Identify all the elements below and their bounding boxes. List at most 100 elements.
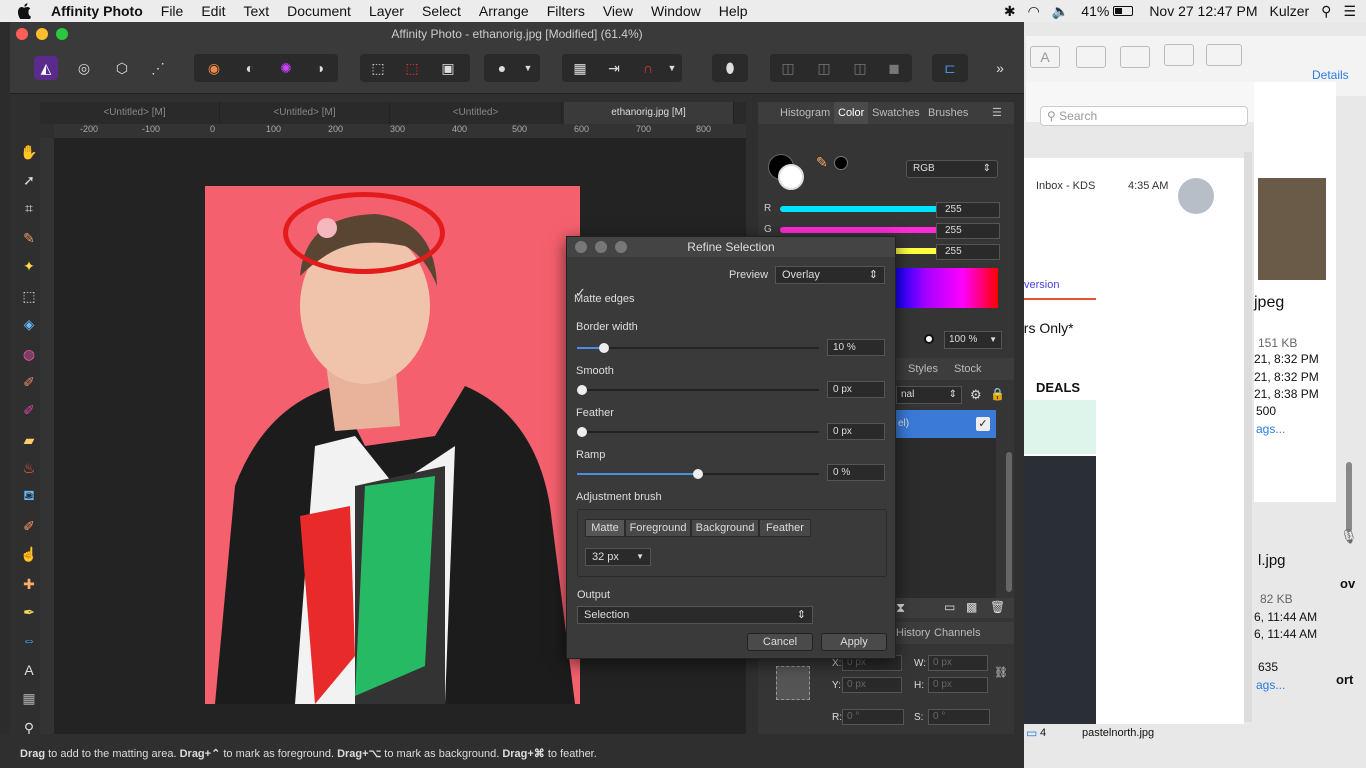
tab-channels[interactable]: Channels bbox=[934, 622, 980, 644]
menu-arrange[interactable]: Arrange bbox=[470, 3, 538, 19]
magic-wand-icon[interactable]: ✦ bbox=[19, 256, 39, 276]
channel-b-value[interactable]: 255 bbox=[936, 244, 1000, 260]
tab-swatches[interactable]: Swatches bbox=[872, 102, 920, 124]
tab-color[interactable]: Color bbox=[834, 102, 869, 124]
chevron-down-icon[interactable]: ▼ bbox=[516, 56, 540, 80]
ramp-value[interactable]: 0 % bbox=[827, 464, 885, 481]
cancel-button[interactable]: Cancel bbox=[747, 633, 813, 651]
feather-slider[interactable] bbox=[577, 427, 819, 437]
selection-brush-icon[interactable]: ✎ bbox=[19, 228, 39, 248]
mail-toolbar-button[interactable] bbox=[1120, 46, 1150, 68]
text-icon[interactable]: A bbox=[19, 660, 39, 680]
shear-field[interactable]: 0 ° bbox=[928, 709, 990, 725]
hourglass-icon[interactable]: ⧗ bbox=[896, 600, 905, 616]
add-layer-icon[interactable]: ▩ bbox=[966, 600, 977, 614]
mail-scrollbar[interactable] bbox=[1346, 462, 1352, 532]
channel-g-value[interactable]: 255 bbox=[936, 223, 1000, 239]
clock[interactable]: Nov 27 12:47 PM bbox=[1149, 3, 1257, 19]
hand-icon[interactable]: ✋ bbox=[19, 142, 39, 162]
invert-selection-icon[interactable]: ▣ bbox=[436, 56, 460, 80]
liquify-persona-icon[interactable]: ◎ bbox=[72, 56, 96, 80]
zoom-button[interactable] bbox=[56, 28, 68, 40]
attachment-thumbnail[interactable] bbox=[1258, 178, 1326, 280]
brush-mode-background[interactable]: Background bbox=[691, 519, 759, 537]
quick-mask-icon[interactable]: ● bbox=[490, 56, 514, 80]
tab-histogram[interactable]: Histogram bbox=[780, 102, 830, 124]
app-menu[interactable]: Affinity Photo bbox=[42, 3, 152, 19]
align-icon[interactable]: ⊏ bbox=[938, 56, 962, 80]
feather-slider-knob[interactable] bbox=[577, 427, 587, 437]
color-replace-icon[interactable]: ✐ bbox=[19, 400, 39, 420]
lock-icon[interactable]: 🔒 bbox=[990, 387, 1005, 401]
menu-filters[interactable]: Filters bbox=[538, 3, 594, 19]
photo-persona-icon[interactable]: ◭ bbox=[34, 56, 58, 80]
breadcrumb-file[interactable]: pastelnorth.jpg bbox=[1082, 727, 1154, 739]
brush-mode-feather[interactable]: Feather bbox=[759, 519, 811, 537]
move-icon[interactable]: ➚ bbox=[19, 170, 39, 190]
ramp-slider[interactable] bbox=[577, 469, 819, 479]
rotation-field[interactable]: 0 ° bbox=[842, 709, 904, 725]
flood-fill-icon[interactable]: ◈ bbox=[19, 314, 39, 334]
layer-row-selected[interactable]: el) ✓ bbox=[896, 410, 996, 438]
battery-percent[interactable]: 41% bbox=[1081, 3, 1109, 19]
details-link[interactable]: Details bbox=[1312, 68, 1349, 82]
grid-icon[interactable]: ▦ bbox=[568, 56, 592, 80]
battery-icon[interactable] bbox=[1113, 6, 1134, 16]
volume-icon[interactable]: 🔈 bbox=[1052, 3, 1069, 20]
mail-toolbar-button[interactable] bbox=[1164, 44, 1194, 66]
black-swatch[interactable] bbox=[834, 156, 848, 170]
force-pixel-icon[interactable]: ⇥ bbox=[602, 56, 626, 80]
auto-white-balance-icon[interactable]: ◑ bbox=[308, 56, 332, 80]
brush-size-select[interactable]: 32 px ▼ bbox=[585, 548, 651, 566]
color-picker-icon[interactable]: ◍ bbox=[19, 344, 39, 364]
selection-rect-icon[interactable]: ⬚ bbox=[366, 56, 390, 80]
apply-button[interactable]: Apply bbox=[821, 633, 887, 651]
h-field[interactable]: 0 px bbox=[928, 677, 988, 693]
y-field[interactable]: 0 px bbox=[842, 677, 902, 693]
panel-menu-icon[interactable]: ☰ bbox=[992, 102, 1002, 124]
smudge-icon[interactable]: ☝ bbox=[19, 544, 39, 564]
bluetooth-icon[interactable]: ✱ bbox=[1004, 3, 1016, 20]
stroke-color-well[interactable] bbox=[778, 164, 804, 190]
minimize-button[interactable] bbox=[36, 28, 48, 40]
auto-color-icon[interactable]: ✺ bbox=[274, 56, 298, 80]
menu-select[interactable]: Select bbox=[413, 3, 470, 19]
mail-toolbar-button[interactable]: A bbox=[1030, 46, 1060, 68]
opacity-slider-knob[interactable] bbox=[924, 334, 934, 344]
layer-visibility-checkbox[interactable]: ✓ bbox=[976, 417, 990, 431]
color-mode-select[interactable]: RGB ⇕ bbox=[906, 160, 998, 178]
mail-toolbar-button[interactable] bbox=[1076, 46, 1106, 68]
assistant-icon[interactable]: ⬮ bbox=[718, 56, 742, 80]
dialog-minimize-button[interactable] bbox=[595, 241, 607, 253]
erase-icon[interactable]: ▰ bbox=[19, 430, 39, 450]
menu-window[interactable]: Window bbox=[642, 3, 710, 19]
border-width-slider[interactable] bbox=[577, 343, 819, 353]
healing-icon[interactable]: ✚ bbox=[19, 574, 39, 594]
menu-layer[interactable]: Layer bbox=[360, 3, 413, 19]
clone-icon[interactable]: ⛾ bbox=[19, 486, 39, 506]
close-button[interactable] bbox=[16, 28, 28, 40]
doc-tab[interactable]: <Untitled> bbox=[390, 102, 562, 124]
chevron-down-icon[interactable]: ▼ bbox=[660, 56, 684, 80]
border-width-slider-knob[interactable] bbox=[598, 343, 609, 353]
export-persona-icon[interactable]: ⋰ bbox=[146, 56, 170, 80]
marquee-icon[interactable]: ⬚ bbox=[19, 286, 39, 306]
output-select[interactable]: Selection ⇕ bbox=[577, 606, 813, 624]
mail-version-link[interactable]: version bbox=[1024, 279, 1059, 291]
arrange-front-icon[interactable]: ◼ bbox=[882, 56, 906, 80]
brush-mode-foreground[interactable]: Foreground bbox=[625, 519, 691, 537]
tab-styles[interactable]: Styles bbox=[908, 358, 938, 380]
mail-toolbar-button[interactable] bbox=[1206, 44, 1242, 66]
w-field[interactable]: 0 px bbox=[928, 655, 988, 671]
tab-history[interactable]: History bbox=[896, 622, 930, 644]
border-width-value[interactable]: 10 % bbox=[827, 339, 885, 356]
tags-link[interactable]: ags... bbox=[1256, 422, 1285, 436]
pen-icon[interactable]: ✒ bbox=[19, 602, 39, 622]
auto-contrast-icon[interactable]: ◐ bbox=[238, 56, 262, 80]
anchor-selector[interactable] bbox=[776, 666, 810, 700]
feather-value[interactable]: 0 px bbox=[827, 423, 885, 440]
mesh-warp-icon[interactable]: ⇔ bbox=[19, 630, 39, 650]
menu-document[interactable]: Document bbox=[278, 3, 360, 19]
brush-mode-matte[interactable]: Matte bbox=[585, 519, 625, 537]
spotlight-icon[interactable]: ⚲ bbox=[1321, 3, 1331, 20]
